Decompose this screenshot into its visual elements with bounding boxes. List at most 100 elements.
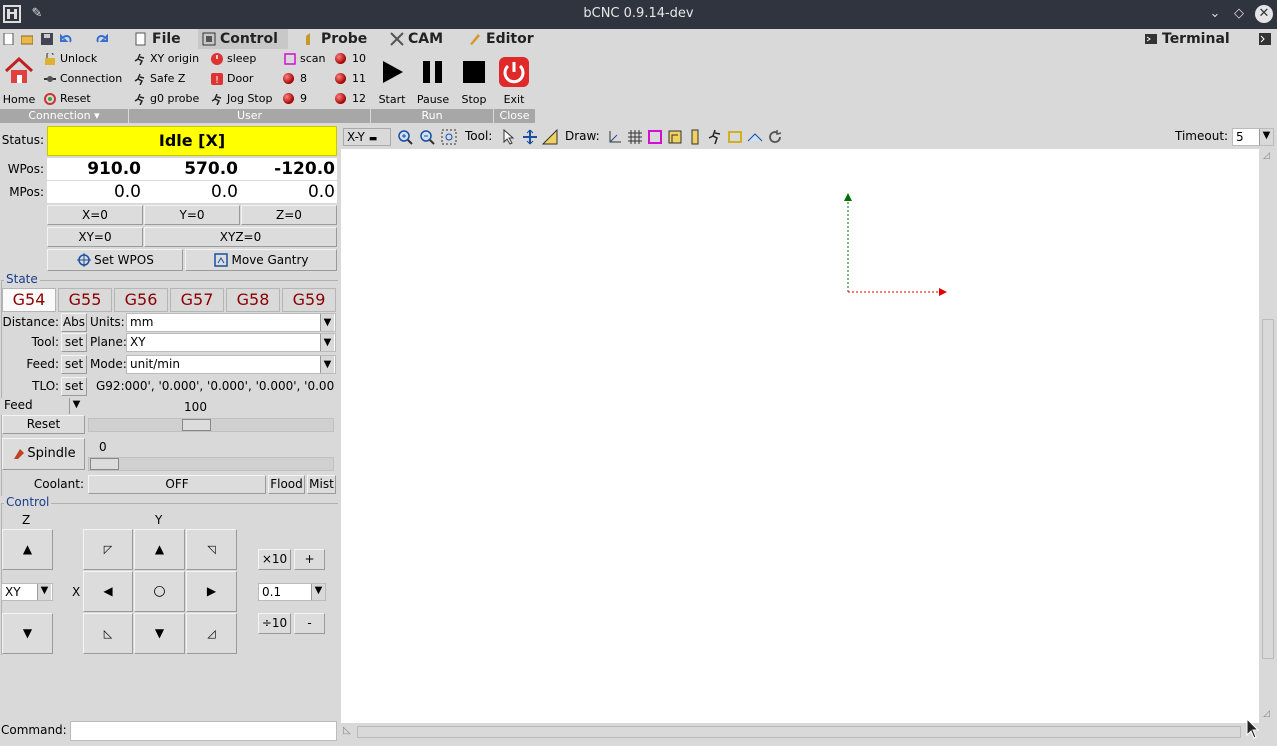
safe-z-button[interactable]: Safe Z — [132, 70, 185, 88]
feed-set-button[interactable]: set — [61, 355, 87, 374]
override-dropdown-icon[interactable]: ▼ — [69, 398, 83, 414]
mode-select[interactable]: unit/min — [126, 355, 336, 374]
gcode-canvas[interactable] — [341, 149, 1259, 723]
vertical-scrollbar[interactable]: ◿ ◿ — [1260, 149, 1277, 723]
wcs-g54[interactable]: G54 — [2, 288, 56, 312]
minimize-icon[interactable]: ⌄ — [1206, 5, 1224, 23]
jog-plane-dropdown-icon[interactable]: ▼ — [37, 584, 51, 600]
view-select[interactable]: X-Y ▬ — [343, 128, 391, 146]
scroll-down-icon[interactable]: ◿ — [1263, 709, 1270, 719]
horizontal-scrollbar[interactable]: ◺ — [341, 724, 1259, 741]
door-button[interactable]: ! Door — [209, 70, 253, 88]
jog-xpos-yneg-button[interactable]: ◿ — [186, 613, 237, 654]
scrollbar-thumb[interactable] — [1262, 319, 1274, 659]
wcs-g57[interactable]: G57 — [170, 288, 224, 312]
plane-select[interactable]: XY — [126, 333, 336, 352]
set-wpos-button[interactable]: Set WPOS — [47, 249, 183, 271]
zero-z-button[interactable]: Z=0 — [241, 205, 337, 225]
unlock-button[interactable]: Unlock — [42, 50, 97, 68]
step-multiply-button[interactable]: ×10 — [258, 549, 291, 570]
scroll-up-icon[interactable]: ◿ — [1263, 151, 1270, 161]
wcs-g59[interactable]: G59 — [282, 288, 336, 312]
zero-y-button[interactable]: Y=0 — [144, 205, 240, 225]
override-reset-button[interactable]: Reset — [2, 415, 85, 434]
tab-probe[interactable]: Probe — [299, 29, 375, 49]
jog-xneg-yneg-button[interactable]: ◺ — [83, 613, 133, 654]
grid-icon[interactable] — [627, 129, 643, 145]
g0-probe-button[interactable]: g0 probe — [132, 90, 199, 108]
plane-dropdown-icon[interactable]: ▼ — [320, 334, 334, 351]
tab-control[interactable]: Control — [198, 29, 288, 49]
slider-handle[interactable] — [182, 419, 211, 431]
scrollbar-thumb[interactable] — [357, 726, 1241, 738]
workarea-icon[interactable] — [687, 129, 703, 145]
wcs-g56[interactable]: G56 — [114, 288, 168, 312]
probe-draw-icon[interactable] — [667, 129, 683, 145]
units-dropdown-icon[interactable]: ▼ — [320, 314, 334, 331]
wcs-g58[interactable]: G58 — [226, 288, 280, 312]
open-folder-icon[interactable] — [21, 33, 33, 45]
slider-handle[interactable] — [90, 458, 119, 470]
scan-button[interactable]: scan — [282, 50, 326, 68]
wcs-g55[interactable]: G55 — [58, 288, 112, 312]
coolant-off-button[interactable]: OFF — [88, 475, 266, 494]
stop-button[interactable]: Stop — [454, 54, 494, 106]
tab-terminal[interactable]: Terminal — [1140, 29, 1240, 49]
timeout-dropdown-icon[interactable]: ▼ — [1259, 129, 1273, 145]
user-button-11[interactable]: 11 — [334, 70, 366, 88]
spindle-slider[interactable] — [88, 457, 334, 471]
jog-z-up-button[interactable]: ▲ — [2, 529, 53, 570]
jog-home-button[interactable]: ○ — [134, 571, 185, 612]
tlo-set-button[interactable]: set — [61, 377, 87, 396]
connection-group-label[interactable]: Connection ▾ — [0, 109, 128, 123]
step-dropdown-icon[interactable]: ▼ — [311, 584, 325, 600]
axes-icon[interactable] — [607, 129, 623, 145]
tool-set-button[interactable]: set — [61, 333, 87, 352]
ruler-icon[interactable] — [542, 129, 558, 145]
scroll-left-icon[interactable]: ◺ — [343, 725, 351, 736]
user-button-9[interactable]: 9 — [282, 90, 307, 108]
camera-draw-icon[interactable] — [747, 129, 763, 145]
jog-x-right-button[interactable]: ▶ — [186, 571, 237, 612]
user-button-10[interactable]: 10 — [334, 50, 366, 68]
spindle-button[interactable]: Spindle — [2, 438, 85, 470]
tab-editor[interactable]: Editor — [464, 29, 540, 49]
paths-icon[interactable] — [727, 129, 743, 145]
redo-icon[interactable] — [96, 33, 108, 45]
step-decrease-button[interactable]: - — [294, 613, 325, 634]
zero-xy-button[interactable]: XY=0 — [47, 227, 143, 247]
wpos-y[interactable]: 570.0 — [143, 159, 238, 179]
jog-z-down-button[interactable]: ▼ — [2, 613, 53, 654]
step-increase-button[interactable]: + — [294, 549, 325, 570]
move-gantry-button[interactable]: Move Gantry — [185, 249, 337, 271]
user-button-8[interactable]: 8 — [282, 70, 307, 88]
jog-y-up-button[interactable]: ▲ — [134, 529, 185, 570]
flood-button[interactable]: Flood — [268, 475, 305, 494]
zoom-out-icon[interactable] — [419, 129, 435, 145]
home-button[interactable]: Home — [0, 54, 38, 106]
new-file-icon[interactable] — [3, 33, 15, 45]
connection-button[interactable]: Connection — [42, 70, 122, 88]
feed-override-slider[interactable] — [88, 418, 334, 432]
rapid-icon[interactable] — [707, 129, 723, 145]
zoom-fit-icon[interactable] — [441, 129, 457, 145]
wpos-x[interactable]: 910.0 — [47, 159, 141, 179]
units-select[interactable]: mm — [126, 313, 336, 332]
sleep-button[interactable]: sleep — [209, 50, 256, 68]
jog-x-left-button[interactable]: ◀ — [83, 571, 133, 612]
jog-stop-button[interactable]: Jog Stop — [209, 90, 272, 108]
step-divide-button[interactable]: ÷10 — [258, 613, 291, 634]
start-button[interactable]: Start — [372, 54, 412, 106]
zero-xyz-button[interactable]: XYZ=0 — [144, 227, 337, 247]
command-input[interactable] — [70, 721, 337, 741]
undo-icon[interactable] — [60, 33, 72, 45]
tab-file[interactable]: File — [130, 29, 196, 49]
save-icon[interactable] — [41, 33, 53, 45]
select-pointer-icon[interactable] — [501, 129, 517, 145]
pause-button[interactable]: Pause — [413, 54, 453, 106]
xy-origin-button[interactable]: XY origin — [132, 50, 199, 68]
mode-dropdown-icon[interactable]: ▼ — [320, 356, 334, 373]
tab-cam[interactable]: CAM — [386, 29, 450, 49]
jog-xpos-ypos-button[interactable]: ◹ — [186, 529, 237, 570]
wpos-z[interactable]: -120.0 — [240, 159, 335, 179]
